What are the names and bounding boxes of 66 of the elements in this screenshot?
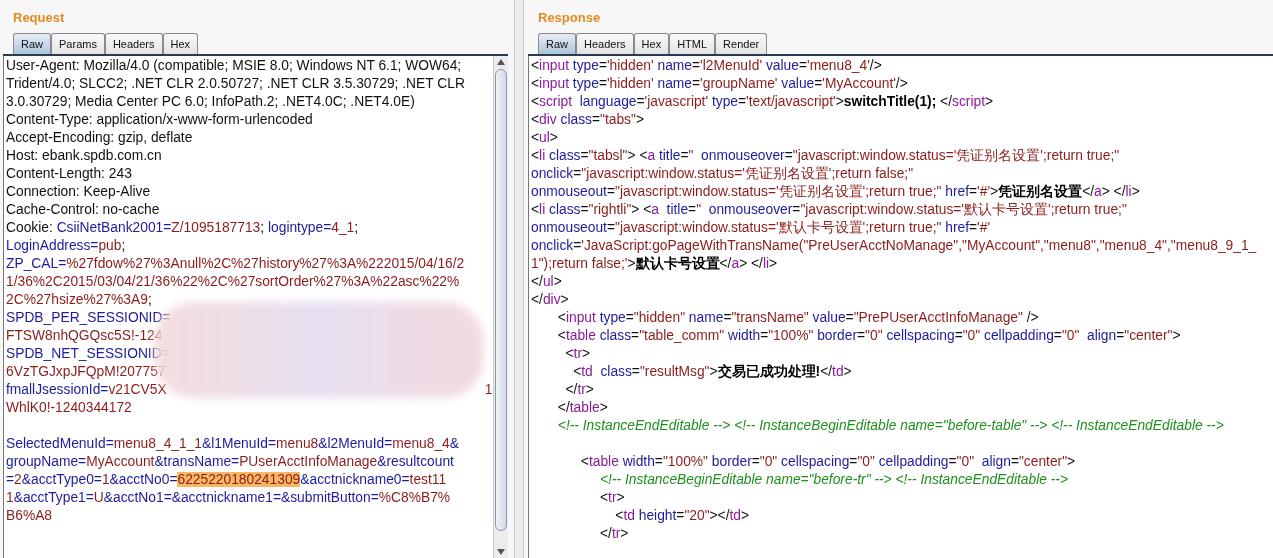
tab[interactable]: Render — [715, 33, 768, 54]
code-line: onmouseout="javascript:window.status='凭证别名设置';return true;" href='#'>凭证别名设置</a> </li> — [531, 183, 1140, 201]
code-line: WhlK0!-1240344172 — [6, 399, 132, 417]
scroll-thumb[interactable] — [495, 69, 507, 531]
code-line: SelectedMenuId=menu8_4_1_1&l1MenuId=menu8&l2MenuId=menu8_4& — [6, 435, 459, 453]
code-line: <table width="100%" border="0" cellspacing="0" cellpadding="0" align="center"> — [579, 453, 1076, 471]
code-line: Connection: Keep-Alive — [6, 183, 151, 201]
code-line: <input type="hidden" name="transName" value="PrePUserAcctInfoManage" /> — [556, 309, 1039, 327]
code-line: groupName=MyAccount&transName=PUserAcctInfoManage&resultcount — [6, 453, 454, 471]
code-line: SPDB_NET_SESSIONID= — [6, 345, 170, 363]
scrollbar[interactable] — [493, 56, 508, 558]
code-line: <li class="tabsl"> <a title=" onmouseover="javascript:window.status='凭证别名设置';return true;" — [531, 147, 1120, 165]
code-line: Content-Type: application/x-www-form-urlencoded — [6, 111, 313, 129]
code-line: onmouseout="javascript:window.status='默认卡号设置';return true;" href='#' — [531, 219, 991, 237]
code-line: fmallJsessionId=v21CV5X 1 — [6, 381, 493, 399]
code-line: </div> — [531, 291, 569, 309]
code-line: <tr> — [599, 489, 625, 507]
code-line: 2C%27hsize%27%3A9; — [6, 291, 152, 309]
code-line: Trident/4.0; SLCC2; .NET CLR 2.0.50727; .NET CLR 3.5.30729; .NET CLR — [6, 75, 465, 93]
code-line: Cookie: CsiiNetBank2001=Z/1095187713; logintype=4_1; — [6, 219, 359, 237]
code-line: <li class="rightli"> <a title=" onmouseover="javascript:window.status='默认卡号设置';return true;" — [531, 201, 1127, 219]
scroll-up-icon[interactable] — [497, 59, 505, 65]
code-line: <div class="tabs"> — [531, 111, 644, 129]
code-line: 1");return false;'>默认卡号设置</a> </li> — [531, 255, 778, 273]
code-line: <script language='javascript' type='text/javascript'>switchTitle(1); </script> — [531, 93, 994, 111]
code-line: 1&acctType1=U&acctNo1=&acctnickname1=&submitButton=%C8%B7% — [6, 489, 451, 507]
code-line: 6VzTGJxpJFQpM!207757 — [6, 363, 166, 381]
tab[interactable]: Raw — [13, 33, 51, 54]
tab[interactable]: Headers — [104, 33, 163, 54]
tab[interactable]: Raw — [538, 33, 576, 54]
code-line: <!-- InstanceBeginEditable name="before-tr" --> <!-- InstanceEndEditable --> — [599, 471, 1069, 489]
code-line: Host: ebank.spdb.com.cn — [6, 147, 162, 165]
code-line: <ul> — [531, 129, 558, 147]
code-line: </tr> — [564, 381, 594, 399]
code-line: <td class="resultMsg">交易已成功处理!</td> — [572, 363, 852, 381]
code-line: B6%A8 — [6, 507, 53, 525]
tab[interactable]: Hex — [162, 33, 199, 54]
code-line: 1/36%2C2015/03/04/21/36%22%2C%27sortOrder%27%3A%22asc%22% — [6, 273, 460, 291]
code-line: <input type='hidden' name='l2MenuId' value='menu8_4'/> — [531, 57, 882, 75]
code-line: onclick='JavaScript:goPageWithTransName("PreUserAcctNoManage","MyAccount","menu8","menu8_4","menu8_9_1_ — [531, 237, 1257, 255]
code-line: Content-Length: 243 — [6, 165, 132, 183]
code-line: 3.0.30729; Media Center PC 6.0; InfoPath.2; .NET4.0C; .NET4.0E) — [6, 93, 415, 111]
code-line: FTSW8nhQGQsc5S!-124 — [6, 327, 163, 345]
splitter[interactable] — [514, 0, 524, 558]
code-line: User-Agent: Mozilla/4.0 (compatible; MSIE 8.0; Windows NT 6.1; WOW64; — [6, 57, 462, 75]
code-line: Cache-Control: no-cache — [6, 201, 160, 219]
panel-title: Response — [537, 9, 602, 27]
code-line: </ul> — [531, 273, 562, 291]
code-line: Accept-Encoding: gzip, deflate — [6, 129, 193, 147]
code-line: ZP_CAL=%27fdow%27%3Anull%2C%27history%27%3A%222015/04/16/2 — [6, 255, 465, 273]
code-line: <!-- InstanceEndEditable --> <!-- InstanceBeginEditable name="before-table" --> <!-- InstanceEndEditable --> — [556, 417, 1224, 435]
tab[interactable]: Params — [51, 33, 105, 54]
tab[interactable]: Hex — [633, 33, 670, 54]
tab[interactable]: HTML — [669, 33, 716, 54]
code-line: </tr> — [599, 525, 629, 543]
panel-title: Request — [12, 9, 66, 27]
code-line: <td height="20"></td> — [614, 507, 750, 525]
code-line: </table> — [556, 399, 608, 417]
code-line: onclick="javascript:window.status='凭证别名设置';return false;" — [531, 165, 914, 183]
code-line: <table class="table_comm" width="100%" border="0" cellspacing="0" cellpadding="0" align="center"> — [556, 327, 1181, 345]
scroll-down-icon[interactable] — [497, 549, 505, 555]
code-line: LoginAddress=pub; — [6, 237, 126, 255]
code-line: <tr> — [564, 345, 591, 363]
code-line: <input type='hidden' name='groupName' value='MyAccount'/> — [531, 75, 908, 93]
tab[interactable]: Headers — [576, 33, 634, 54]
code-line: SPDB_PER_SESSIONID= — [6, 309, 171, 327]
